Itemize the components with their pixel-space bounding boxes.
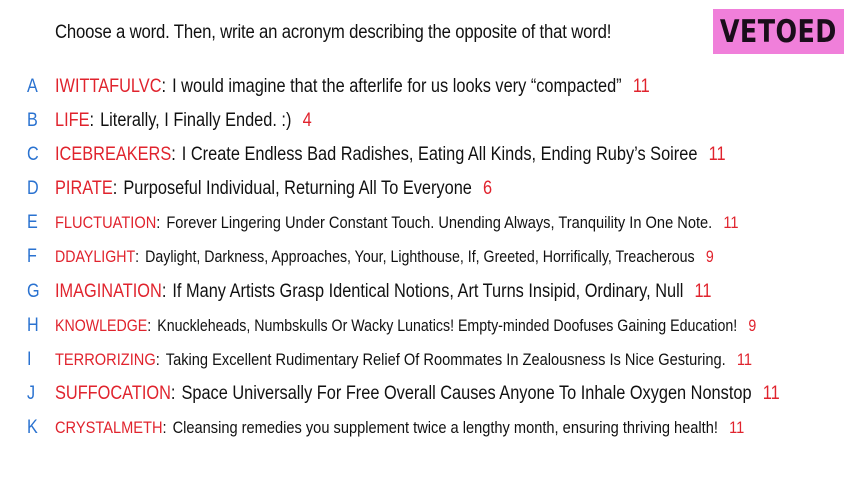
- entry-letter-count: 11: [762, 383, 780, 404]
- entry-word: ICEBREAKERS: [55, 144, 172, 165]
- entry-word: SUFFOCATION: [55, 383, 171, 404]
- entry-letter-count: 11: [729, 418, 745, 437]
- entry-acronym-text: Taking Excellent Rudimentary Relief Of R…: [165, 350, 726, 369]
- entry-separator: :: [135, 247, 140, 266]
- entry-word: LIFE: [55, 110, 90, 131]
- entry-option-letter: K: [27, 417, 38, 438]
- entry-row[interactable]: H KNOWLEDGE: Knuckleheads, Numbskulls Or W…: [0, 311, 853, 341]
- entry-acronym-text: Forever Lingering Under Constant Touch. …: [166, 213, 713, 232]
- entry-row[interactable]: K CRYSTALMETH: Cleansing remedies you supp…: [0, 413, 853, 443]
- entry-word: DDAYLIGHT: [55, 247, 136, 266]
- entry-letter-count: 6: [483, 178, 493, 199]
- entry-word: TERRORIZING: [55, 350, 156, 369]
- entry-acronym-text: If Many Artists Grasp Identical Notions,…: [172, 281, 684, 302]
- entry-row[interactable]: J SUFFOCATION: Space Universally For Free …: [0, 379, 853, 409]
- entry-letter-count: 11: [708, 144, 726, 165]
- entry-option-letter: B: [27, 110, 38, 131]
- entry-word: IMAGINATION: [55, 281, 162, 302]
- entry-acronym-text: I Create Endless Bad Radishes, Eating Al…: [181, 144, 698, 165]
- entry-row[interactable]: G IMAGINATION: If Many Artists Grasp Ident…: [0, 277, 853, 307]
- entry-letter-count: 11: [723, 213, 739, 232]
- entry-option-letter: F: [27, 246, 37, 267]
- entry-separator: :: [156, 213, 161, 232]
- entry-acronym-text: Purposeful Individual, Returning All To …: [123, 178, 472, 199]
- entry-row[interactable]: I TERRORIZING: Taking Excellent Rudimentar…: [0, 345, 853, 375]
- entry-row[interactable]: C ICEBREAKERS: I Create Endless Bad Radish…: [0, 140, 853, 170]
- entry-separator: :: [161, 281, 167, 302]
- entry-acronym-text: Space Universally For Free Overall Cause…: [181, 383, 752, 404]
- entry-letter-count: 11: [632, 76, 650, 97]
- entry-separator: :: [171, 144, 176, 165]
- entry-row[interactable]: A IWITTAFULVC: I would imagine that the af…: [0, 72, 853, 102]
- entry-word: PIRATE: [55, 178, 113, 199]
- entry-row[interactable]: D PIRATE: Purposeful Individual, Returning…: [0, 174, 853, 204]
- entry-separator: :: [112, 178, 118, 199]
- status-badge: VETOED: [713, 9, 844, 54]
- entry-letter-count: 9: [748, 316, 757, 335]
- entry-separator: :: [161, 76, 167, 97]
- entry-option-letter: I: [27, 349, 32, 370]
- entry-separator: :: [162, 418, 167, 437]
- entry-row[interactable]: F DDAYLIGHT: Daylight, Darkness, Approache…: [0, 242, 853, 272]
- entry-separator: :: [89, 110, 95, 131]
- entry-option-letter: A: [27, 76, 38, 97]
- entry-row[interactable]: B LIFE: Literally, I Finally Ended. :) 4: [0, 106, 853, 136]
- entry-option-letter: J: [27, 383, 36, 404]
- status-badge-label: VETOED: [720, 13, 837, 50]
- entry-acronym-text: Literally, I Finally Ended. :): [100, 110, 292, 131]
- entry-acronym-text: Knuckleheads, Numbskulls Or Wacky Lunati…: [157, 316, 738, 335]
- entry-acronym-text: I would imagine that the afterlife for u…: [172, 76, 622, 97]
- entry-option-letter: E: [27, 212, 38, 233]
- entry-letter-count: 11: [736, 350, 753, 369]
- entry-separator: :: [147, 316, 152, 335]
- entry-option-letter: H: [27, 315, 39, 336]
- entry-option-letter: D: [27, 178, 39, 199]
- entry-word: IWITTAFULVC: [55, 76, 162, 97]
- entry-acronym-text: Cleansing remedies you supplement twice …: [172, 418, 718, 437]
- entry-separator: :: [170, 383, 176, 404]
- entry-word: CRYSTALMETH: [55, 418, 163, 437]
- entry-letter-count: 4: [302, 110, 312, 131]
- entry-word: KNOWLEDGE: [55, 316, 148, 335]
- entry-letter-count: 11: [694, 281, 712, 302]
- entry-separator: :: [155, 350, 160, 369]
- entry-letter-count: 9: [705, 247, 714, 266]
- entry-acronym-text: Daylight, Darkness, Approaches, Your, Li…: [145, 247, 695, 266]
- entry-row[interactable]: E FLUCTUATION: Forever Lingering Under Con…: [0, 208, 853, 238]
- entry-option-letter: C: [27, 144, 39, 165]
- entry-word: FLUCTUATION: [55, 213, 157, 232]
- entry-option-letter: G: [27, 281, 40, 302]
- prompt-title: Choose a word. Then, write an acronym de…: [55, 22, 612, 43]
